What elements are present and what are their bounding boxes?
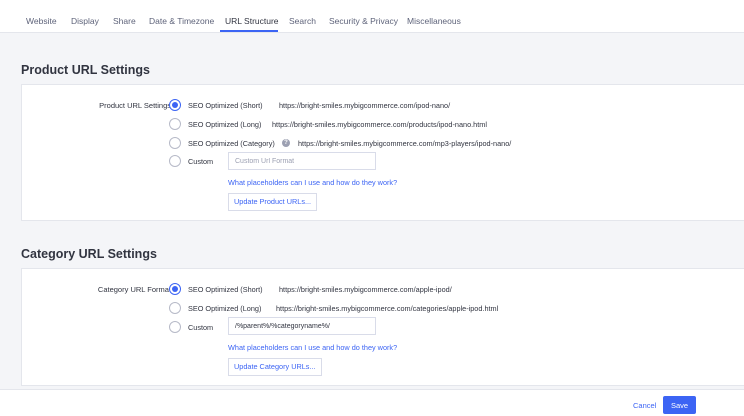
product-radio-seo-long[interactable] bbox=[169, 118, 181, 130]
tab-security-privacy[interactable]: Security & Privacy bbox=[329, 16, 398, 26]
category-radio-seo-long[interactable] bbox=[169, 302, 181, 314]
product-radio-seo-short[interactable] bbox=[169, 99, 181, 111]
category-option-label: SEO Optimized (Long) bbox=[188, 304, 262, 313]
category-option-label: SEO Optimized (Short) bbox=[188, 285, 263, 294]
product-radio-seo-category[interactable] bbox=[169, 137, 181, 149]
tab-website[interactable]: Website bbox=[26, 16, 57, 26]
product-section-title: Product URL Settings bbox=[21, 63, 150, 77]
product-url-field-label: Product URL Settings bbox=[99, 101, 171, 110]
tab-url-structure[interactable]: URL Structure bbox=[225, 16, 279, 26]
product-option-label: SEO Optimized (Short) bbox=[188, 101, 263, 110]
update-product-urls-button[interactable]: Update Product URLs... bbox=[228, 193, 318, 211]
category-option-url: https://bright-smiles.mybigcommerce.com/… bbox=[276, 304, 499, 313]
tab-display[interactable]: Display bbox=[71, 16, 99, 26]
product-placeholders-help-link[interactable]: What placeholders can I use and how do t… bbox=[228, 178, 397, 187]
update-category-urls-button[interactable]: Update Category URLs... bbox=[228, 358, 322, 376]
tab-miscellaneous[interactable]: Miscellaneous bbox=[407, 16, 461, 26]
settings-tab-bar: Website Display Share Date & Timezone UR… bbox=[0, 0, 744, 33]
category-radio-custom[interactable] bbox=[169, 321, 181, 333]
product-option-label: SEO Optimized (Long) bbox=[188, 120, 262, 129]
product-option-url: https://bright-smiles.mybigcommerce.com/… bbox=[272, 120, 487, 129]
category-custom-url-input[interactable] bbox=[228, 317, 376, 335]
action-footer: Cancel Save bbox=[0, 389, 744, 416]
product-option-url: https://bright-smiles.mybigcommerce.com/… bbox=[298, 139, 512, 148]
product-option-url: https://bright-smiles.mybigcommerce.com/… bbox=[279, 101, 451, 110]
cancel-button[interactable]: Cancel bbox=[633, 401, 656, 410]
tab-search[interactable]: Search bbox=[289, 16, 316, 26]
category-placeholders-help-link[interactable]: What placeholders can I use and how do t… bbox=[228, 343, 397, 352]
product-url-card: Product URL Settings SEO Optimized (Shor… bbox=[21, 84, 744, 221]
category-url-field-label: Category URL Format bbox=[97, 285, 171, 294]
product-option-label: SEO Optimized (Category) bbox=[188, 139, 275, 148]
category-radio-seo-short[interactable] bbox=[169, 283, 181, 295]
product-option-label: Custom bbox=[188, 157, 214, 166]
tab-share[interactable]: Share bbox=[113, 16, 136, 26]
product-custom-url-input[interactable] bbox=[228, 152, 376, 170]
category-section-title: Category URL Settings bbox=[21, 247, 157, 261]
category-option-label: Custom bbox=[188, 323, 214, 332]
category-option-url: https://bright-smiles.mybigcommerce.com/… bbox=[279, 285, 452, 294]
help-icon[interactable]: ? bbox=[282, 139, 290, 147]
save-button[interactable]: Save bbox=[663, 396, 696, 414]
product-radio-custom[interactable] bbox=[169, 155, 181, 167]
category-url-card: Category URL Format SEO Optimized (Short… bbox=[21, 268, 744, 386]
tab-date-timezone[interactable]: Date & Timezone bbox=[149, 16, 214, 26]
active-tab-indicator bbox=[220, 30, 278, 32]
